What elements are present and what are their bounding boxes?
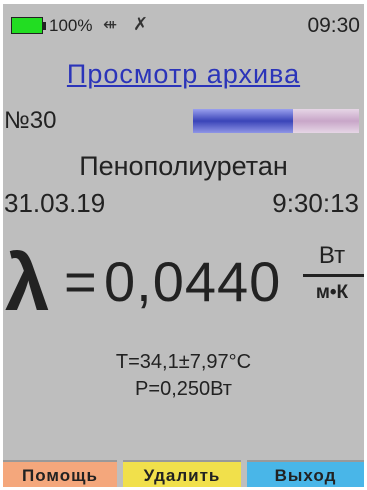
status-bar: 100% ⇺ ✗ 09:30 <box>3 4 364 46</box>
battery-percent: 100% <box>49 16 93 35</box>
conductivity-readout: λ = 0,0440 Вт м•К <box>3 239 364 329</box>
unit-numerator: Вт <box>318 242 346 269</box>
record-date: 31.03.19 <box>4 188 106 218</box>
usb-icon: ⇺ <box>103 15 118 34</box>
material-name: Пенополиуретан <box>79 151 288 181</box>
unit-denominator: м•К <box>315 282 349 303</box>
temperature-readout: T=34,1±7,97°C <box>115 351 252 373</box>
equals-sign: = <box>64 250 97 313</box>
record-time: 9:30:13 <box>272 188 359 218</box>
battery-tip <box>43 22 46 30</box>
device-screen: 100% ⇺ ✗ 09:30 Просмотр архива №30 Пеноп… <box>3 4 364 487</box>
power-readout: P=0,250Вт <box>135 378 232 400</box>
battery-icon <box>11 17 43 34</box>
archive-progress-fill <box>193 109 293 133</box>
status-time: 09:30 <box>307 14 360 37</box>
delete-button[interactable]: Удалить <box>123 460 241 487</box>
lambda-symbol: λ <box>5 238 50 327</box>
softkey-bar: Помощь Удалить Выход <box>3 460 364 487</box>
help-button[interactable]: Помощь <box>3 460 117 487</box>
record-number: №30 <box>4 107 57 134</box>
page-title: Просмотр архива <box>66 59 301 89</box>
archive-progress-bar <box>193 109 359 133</box>
exit-button[interactable]: Выход <box>247 460 364 487</box>
conductivity-value: 0,0440 <box>104 250 282 313</box>
unit-fraction-bar <box>303 274 364 277</box>
bluetooth-icon: ✗ <box>133 14 149 34</box>
